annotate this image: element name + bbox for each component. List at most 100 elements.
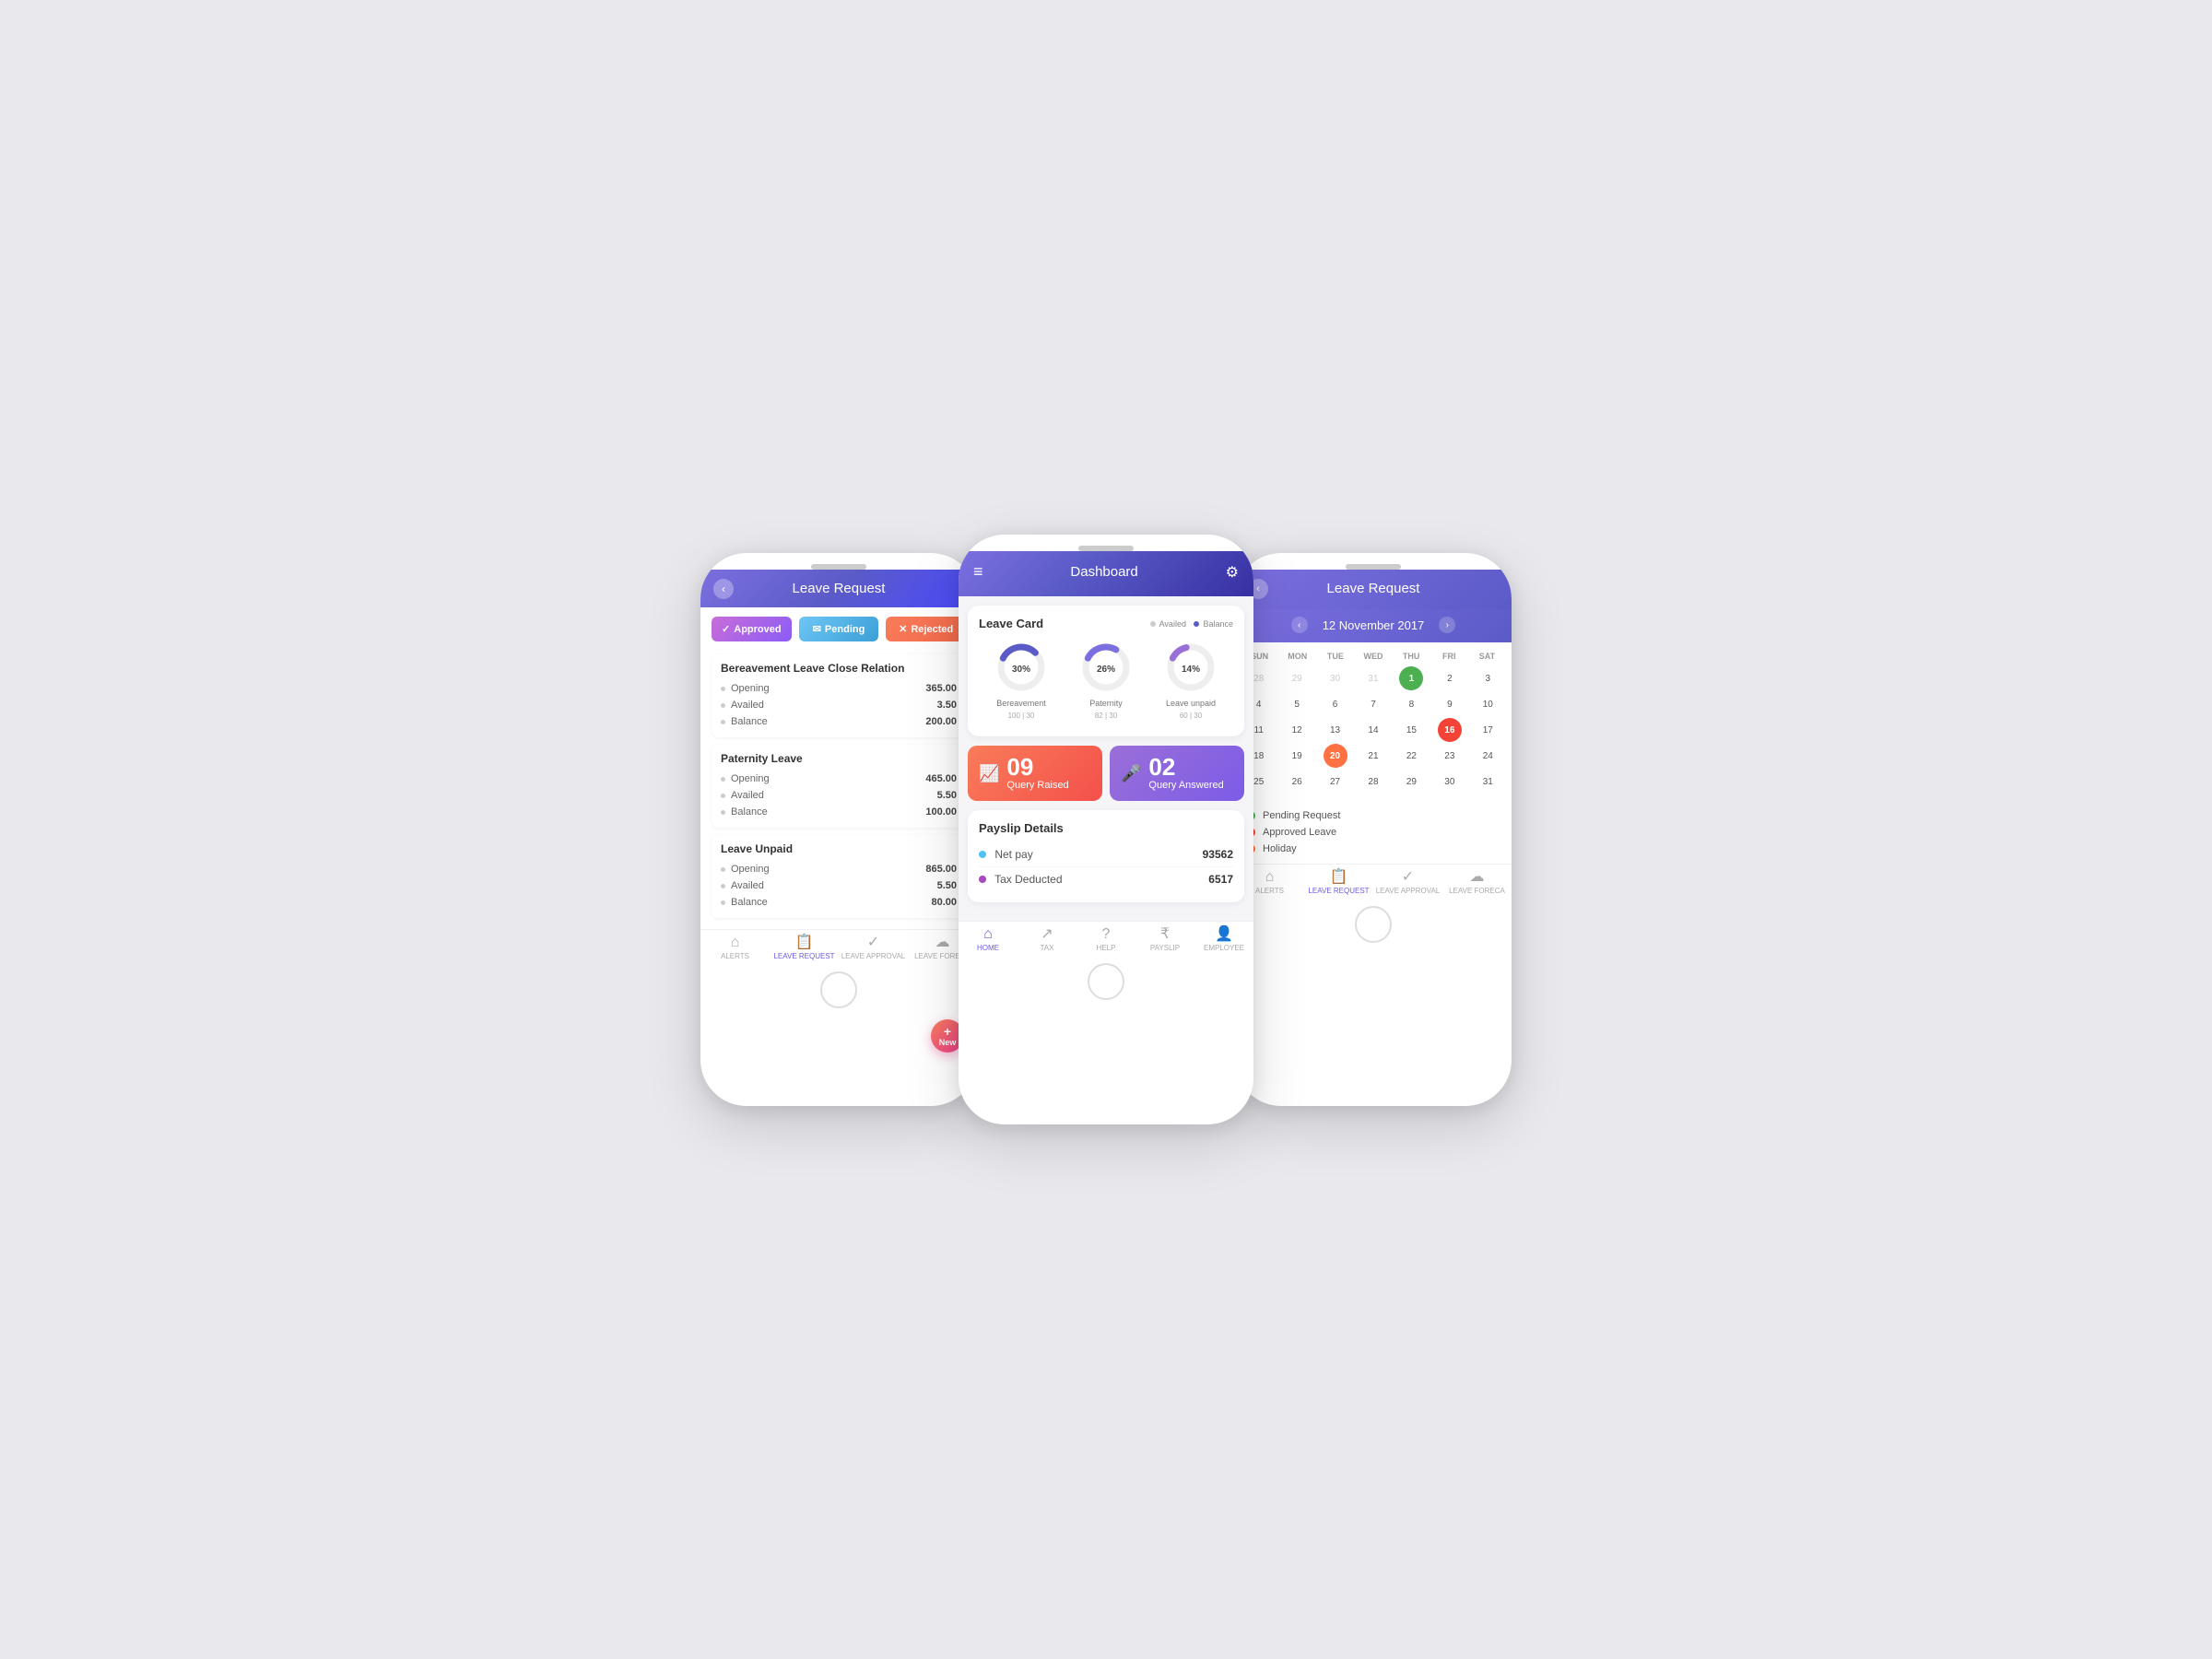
cal-days-header: SUN MON TUE WED THU FRI SAT (1241, 650, 1506, 663)
home-button-left[interactable] (820, 971, 857, 1008)
leave-request-icon-right: 📋 (1330, 870, 1348, 885)
cal-cell-26[interactable]: 26 (1285, 770, 1309, 794)
query-answered-card[interactable]: 🎤 02 Query Answered (1110, 746, 1244, 801)
cal-cell-1[interactable]: 1 (1399, 666, 1423, 690)
query-raised-card[interactable]: 📈 09 Query Raised (968, 746, 1102, 801)
paternity-section: Paternity Leave Opening 465.00 Availed 5… (712, 745, 966, 828)
payslip-title: Payslip Details (979, 821, 1233, 835)
nav-payslip-center[interactable]: ₹ PAYSLIP (1135, 927, 1194, 952)
cal-cell-21[interactable]: 21 (1361, 744, 1385, 768)
nav-tax-center[interactable]: ↗ TAX (1018, 927, 1077, 952)
cal-cell-14[interactable]: 14 (1361, 718, 1385, 742)
nav-alerts-left[interactable]: ⌂ ALERTS (700, 935, 770, 960)
paternity-opening-row: Opening 465.00 (721, 771, 957, 787)
cal-cell-29-oct[interactable]: 29 (1285, 666, 1309, 690)
cal-cell-13[interactable]: 13 (1324, 718, 1347, 742)
donut-paternity: 26% Paternity 82 | 30 (1078, 640, 1134, 720)
cal-next-arrow[interactable]: › (1439, 617, 1455, 633)
dot (721, 777, 725, 782)
approved-tab[interactable]: ✓ Approved (712, 617, 792, 641)
donut-bereavement: 30% Bereavement 100 | 30 (994, 640, 1049, 720)
nav-leave-approval-label-right: LEAVE APPROVAL (1376, 887, 1441, 895)
cal-cell-20[interactable]: 20 (1324, 744, 1347, 768)
cal-cell-17[interactable]: 17 (1476, 718, 1500, 742)
cal-cell-24[interactable]: 24 (1476, 744, 1500, 768)
home-button-center[interactable] (1088, 963, 1124, 1000)
legend-holiday: Holiday (1246, 843, 1500, 854)
cal-cell-3[interactable]: 3 (1476, 666, 1500, 690)
pending-label: Pending (825, 624, 865, 635)
nav-leave-foreca-right[interactable]: ☁ LEAVE FORECA (1442, 870, 1512, 895)
left-phone-header: ‹ Leave Request (700, 570, 977, 607)
back-button-left[interactable]: ‹ (713, 579, 734, 599)
cal-cell-5[interactable]: 5 (1285, 692, 1309, 716)
alerts-icon-right: ⌂ (1265, 870, 1275, 885)
right-phone-title: Leave Request (1327, 581, 1420, 596)
nav-home-label-center: HOME (977, 944, 999, 952)
cal-cell-12[interactable]: 12 (1285, 718, 1309, 742)
cal-cell-16[interactable]: 16 (1438, 718, 1462, 742)
cal-cell-23[interactable]: 23 (1438, 744, 1462, 768)
cal-cell-31[interactable]: 31 (1476, 770, 1500, 794)
nav-home-center[interactable]: ⌂ HOME (959, 927, 1018, 952)
rejected-tab[interactable]: ✕ Rejected (886, 617, 966, 641)
approved-icon: ✓ (722, 623, 730, 635)
nav-help-label-center: HELP (1097, 944, 1116, 952)
cal-cell-2[interactable]: 2 (1438, 666, 1462, 690)
paternity-title: Paternity Leave (721, 752, 957, 765)
nav-leave-approval-right[interactable]: ✓ LEAVE APPROVAL (1373, 870, 1442, 895)
cal-cell-7[interactable]: 7 (1361, 692, 1385, 716)
cal-cell-22[interactable]: 22 (1399, 744, 1423, 768)
leave-card-header: Leave Card Availed Balance (979, 617, 1233, 630)
nav-leave-approval-left[interactable]: ✓ LEAVE APPROVAL (839, 935, 908, 960)
query-answered-content: 02 Query Answered (1148, 755, 1223, 792)
query-raised-content: 09 Query Raised (1006, 755, 1068, 792)
day-fri: FRI (1430, 650, 1468, 663)
nav-employee-center[interactable]: 👤 EMPLOYEE (1194, 927, 1253, 952)
nav-leave-request-left[interactable]: 📋 LEAVE REQUEST (770, 935, 839, 960)
cal-cell-30[interactable]: 30 (1438, 770, 1462, 794)
day-wed: WED (1354, 650, 1392, 663)
net-pay-value: 93562 (1203, 848, 1233, 861)
net-pay-dot (979, 851, 986, 858)
balance-dot (1194, 621, 1199, 627)
cal-cell-29[interactable]: 29 (1399, 770, 1423, 794)
tax-icon-center: ↗ (1041, 927, 1053, 942)
home-button-right[interactable] (1355, 906, 1392, 943)
dot (721, 900, 725, 905)
right-phone-header: ‹ Leave Request (1235, 570, 1512, 609)
nav-leave-request-right[interactable]: 📋 LEAVE REQUEST (1304, 870, 1373, 895)
cal-prev-arrow[interactable]: ‹ (1291, 617, 1308, 633)
paternity-availed-row: Availed 5.50 (721, 787, 957, 804)
nav-payslip-label-center: PAYSLIP (1150, 944, 1180, 952)
main-scene: ‹ Leave Request ✓ Approved ✉ Pending ✕ R… (553, 535, 1659, 1124)
gear-icon[interactable]: ⚙ (1226, 563, 1239, 582)
leave-approval-icon-right: ✓ (1402, 870, 1414, 885)
cal-cell-31-oct[interactable]: 31 (1361, 666, 1385, 690)
query-raised-label: Query Raised (1006, 779, 1068, 792)
cal-cell-19[interactable]: 19 (1285, 744, 1309, 768)
rejected-label: Rejected (911, 624, 953, 635)
hamburger-icon[interactable]: ≡ (973, 562, 983, 582)
nav-alerts-label-right: ALERTS (1255, 887, 1284, 895)
cal-cells: 28 29 30 31 1 2 3 4 5 6 7 8 9 10 11 12 1… (1241, 666, 1506, 794)
cal-cell-28[interactable]: 28 (1361, 770, 1385, 794)
query-answered-num: 02 (1148, 755, 1223, 779)
nav-help-center[interactable]: ? HELP (1077, 927, 1135, 952)
cal-cell-15[interactable]: 15 (1399, 718, 1423, 742)
cal-cell-6[interactable]: 6 (1324, 692, 1347, 716)
cal-cell-10[interactable]: 10 (1476, 692, 1500, 716)
right-phone: ‹ Leave Request ‹ 12 November 2017 › SUN… (1235, 553, 1512, 1106)
dashboard-body: Leave Card Availed Balance (959, 596, 1253, 921)
pending-tab[interactable]: ✉ Pending (799, 617, 879, 641)
tax-dot (979, 876, 986, 883)
cal-cell-8[interactable]: 8 (1399, 692, 1423, 716)
cal-cell-9[interactable]: 9 (1438, 692, 1462, 716)
cal-cell-27[interactable]: 27 (1324, 770, 1347, 794)
dot (721, 687, 725, 691)
pending-icon: ✉ (813, 623, 821, 635)
center-bottom-nav: ⌂ HOME ↗ TAX ? HELP ₹ PAYSLIP 👤 EMPLOYEE (959, 921, 1253, 956)
legend-availed: Availed (1150, 619, 1186, 629)
cal-cell-30-oct[interactable]: 30 (1324, 666, 1347, 690)
approved-label: Approved (734, 624, 781, 635)
